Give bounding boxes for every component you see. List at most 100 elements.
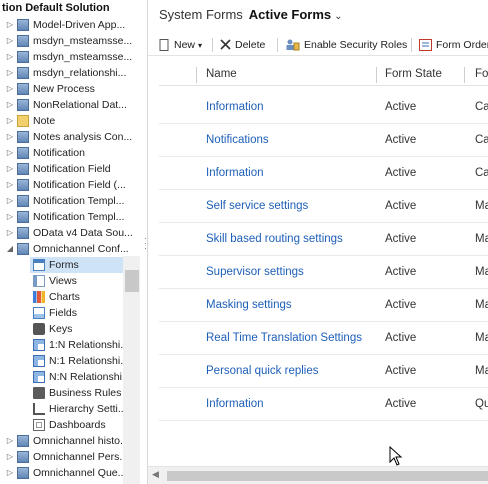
tree-item[interactable]: ▷ Omnichannel histo... xyxy=(6,433,129,449)
tree-item[interactable]: ▷ Notification xyxy=(6,145,85,161)
tree-item[interactable]: ▷ Model-Driven App... xyxy=(6,17,125,33)
view-selector[interactable]: Active Forms xyxy=(249,7,331,22)
table-row[interactable]: Skill based routing settings Active Ma xyxy=(159,223,488,256)
expand-arrow-icon[interactable]: ▷ xyxy=(6,97,14,113)
column-divider xyxy=(196,67,197,83)
tree-child-1n-relationships[interactable]: 1:N Relationshi... xyxy=(30,337,129,353)
tree-item[interactable]: ▷ OData v4 Data Sou... xyxy=(6,225,133,241)
tree-child-business-rules[interactable]: Business Rules xyxy=(30,385,121,401)
tree-child-dashboards[interactable]: Dashboards xyxy=(30,417,106,433)
dashboards-icon xyxy=(33,419,45,431)
expand-arrow-icon[interactable]: ▷ xyxy=(6,225,14,241)
form-type: Ca xyxy=(475,167,488,179)
form-order-button[interactable]: Form Order xyxy=(419,36,488,54)
expand-arrow-icon[interactable]: ▷ xyxy=(6,113,14,129)
delete-button[interactable]: Delete xyxy=(220,36,265,54)
tree-child-nn-relationships[interactable]: N:N Relationshi... xyxy=(30,369,131,385)
table-row[interactable]: Self service settings Active Ma xyxy=(159,190,488,223)
expand-arrow-icon[interactable]: ▷ xyxy=(6,129,14,145)
table-row[interactable]: Masking settings Active Ma xyxy=(159,289,488,322)
column-header-form-state[interactable]: Form State xyxy=(385,62,442,86)
tree-child-label: N:1 Relationshi... xyxy=(49,355,129,367)
form-name-link[interactable]: Personal quick replies xyxy=(206,355,319,388)
expand-arrow-icon[interactable]: ▷ xyxy=(6,177,14,193)
tree-item[interactable]: ▷ msdyn_msteamsse... xyxy=(6,49,132,65)
table-row[interactable]: Personal quick replies Active Ma xyxy=(159,355,488,388)
tree-child-label: Business Rules xyxy=(49,387,122,399)
expand-arrow-icon[interactable]: ▷ xyxy=(6,49,14,65)
expand-arrow-icon[interactable]: ▷ xyxy=(6,209,14,225)
expand-arrow-icon[interactable]: ▷ xyxy=(6,81,14,97)
tree-child-label: Keys xyxy=(49,323,73,335)
table-row[interactable]: Information Active Ca xyxy=(159,157,488,190)
expand-arrow-icon[interactable]: ▷ xyxy=(6,33,14,49)
tree-item[interactable]: ▷ Notes analysis Con... xyxy=(6,129,132,145)
column-header-name[interactable]: Name xyxy=(206,62,237,86)
tree-child-keys[interactable]: Keys xyxy=(30,321,72,337)
toolbar-separator xyxy=(212,38,213,52)
entity-icon xyxy=(17,19,29,31)
form-name-link[interactable]: Skill based routing settings xyxy=(206,223,343,256)
tree-item[interactable]: ▷ NonRelational Dat... xyxy=(6,97,127,113)
breadcrumb: System Forms Active Forms ⌄ xyxy=(159,6,343,24)
form-name-link[interactable]: Information xyxy=(206,388,264,421)
tree-item[interactable]: ▷ msdyn_relationshi... xyxy=(6,65,126,81)
tree-item[interactable]: ▷ Omnichannel Pers... xyxy=(6,449,128,465)
form-name-link[interactable]: Information xyxy=(206,91,264,124)
tree-item[interactable]: ▷ Notification Templ... xyxy=(6,193,124,209)
tree-item[interactable]: ▷ Notification Field (... xyxy=(6,177,126,193)
tree-item-label: Model-Driven App... xyxy=(33,19,126,31)
tree-item[interactable]: ▷ Note xyxy=(6,113,55,129)
tree-item[interactable]: ▷ Notification Field xyxy=(6,161,111,177)
hierarchy-icon xyxy=(33,403,45,415)
expand-arrow-icon[interactable]: ▷ xyxy=(6,17,14,33)
form-state: Active xyxy=(385,134,417,146)
scroll-left-arrow-icon[interactable]: ◀ xyxy=(152,469,159,480)
table-row[interactable]: Information Active Ca xyxy=(159,91,488,124)
expand-arrow-icon[interactable]: ▷ xyxy=(6,433,14,449)
form-name-link[interactable]: Self service settings xyxy=(206,190,308,223)
form-state: Active xyxy=(385,101,417,113)
breadcrumb-system-forms: System Forms xyxy=(159,7,243,22)
tree-item[interactable]: ▷ Omnichannel Que... xyxy=(6,465,126,481)
tree-child-views[interactable]: Views xyxy=(30,273,77,289)
form-name-link[interactable]: Supervisor settings xyxy=(206,256,304,289)
tree-child-fields[interactable]: Fields xyxy=(30,305,77,321)
expand-arrow-icon[interactable]: ▷ xyxy=(6,465,14,481)
expand-arrow-icon[interactable]: ▷ xyxy=(6,161,14,177)
form-name-link[interactable]: Masking settings xyxy=(206,289,292,322)
tree-item-label: msdyn_relationshi... xyxy=(33,67,127,79)
table-row[interactable]: Notifications Active Ca xyxy=(159,124,488,157)
expand-arrow-icon[interactable]: ▷ xyxy=(6,193,14,209)
dropdown-arrow-icon[interactable]: ▾ xyxy=(198,41,202,50)
expand-arrow-icon[interactable]: ▷ xyxy=(6,449,14,465)
form-name-link[interactable]: Information xyxy=(206,157,264,190)
tree-item-label: Notification Templ... xyxy=(33,211,125,223)
tree-item[interactable]: ▷ Notification Templ... xyxy=(6,209,124,225)
tree-scrollbar-thumb[interactable] xyxy=(125,270,139,292)
table-row[interactable]: Real Time Translation Settings Active Ma xyxy=(159,322,488,355)
tree-item[interactable]: ▷ New Process xyxy=(6,81,95,97)
table-row[interactable]: Information Active Qu xyxy=(159,388,488,421)
tree-child-hierarchy-settings[interactable]: Hierarchy Setti... xyxy=(30,401,127,417)
table-row[interactable]: Supervisor settings Active Ma xyxy=(159,256,488,289)
new-button[interactable]: New ▾ xyxy=(159,36,202,54)
chevron-down-icon[interactable]: ⌄ xyxy=(334,11,342,22)
expand-arrow-icon[interactable]: ▷ xyxy=(6,65,14,81)
tree-child-n1-relationships[interactable]: N:1 Relationshi... xyxy=(30,353,129,369)
expand-arrow-icon[interactable]: ▷ xyxy=(6,145,14,161)
keys-icon xyxy=(33,323,45,335)
enable-security-roles-button[interactable]: Enable Security Roles xyxy=(286,36,407,54)
tree-child-label: Views xyxy=(49,275,77,287)
tree-child-forms[interactable]: Forms xyxy=(30,257,123,273)
grid-header: Name Form State Fo xyxy=(159,62,488,86)
horizontal-scrollbar[interactable]: ◀ xyxy=(148,466,488,484)
form-name-link[interactable]: Real Time Translation Settings xyxy=(206,322,362,355)
tree-item[interactable]: ▷ msdyn_msteamsse... xyxy=(6,33,132,49)
tree-item-expanded[interactable]: ◢ Omnichannel Conf... xyxy=(6,241,129,257)
tree-child-charts[interactable]: Charts xyxy=(30,289,80,305)
horizontal-scrollbar-thumb[interactable] xyxy=(167,471,488,481)
collapse-arrow-icon[interactable]: ◢ xyxy=(6,241,14,257)
form-name-link[interactable]: Notifications xyxy=(206,124,269,157)
column-header-form-type[interactable]: Fo xyxy=(475,62,488,86)
